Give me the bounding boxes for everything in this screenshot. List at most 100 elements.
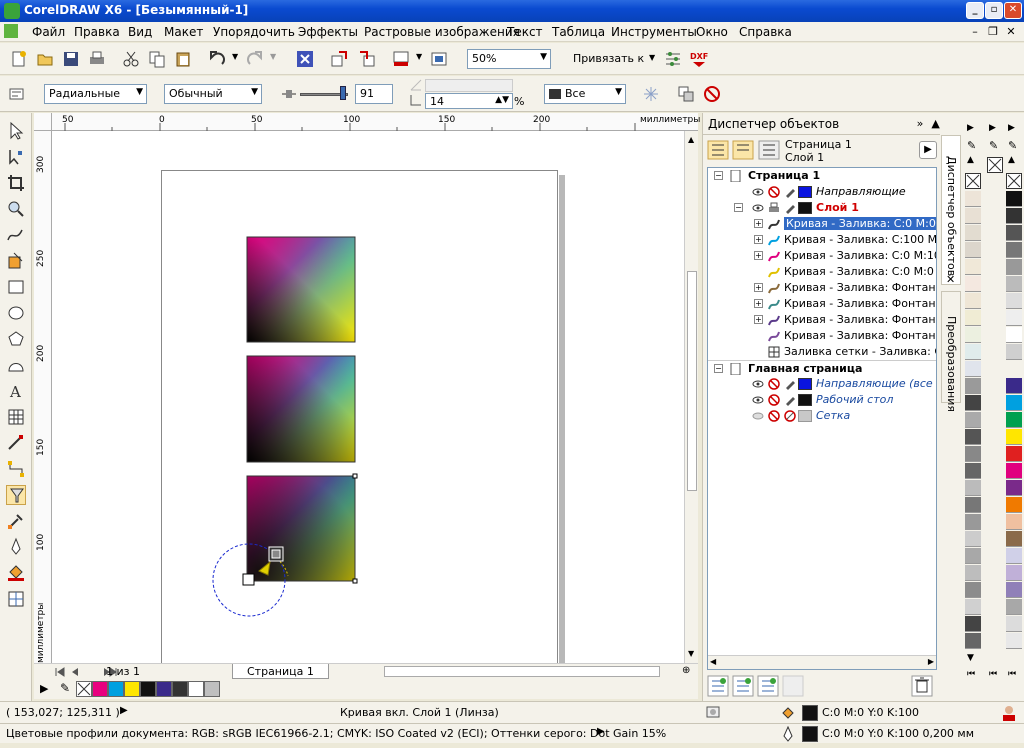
color-swatch[interactable] bbox=[965, 361, 981, 377]
color-swatch[interactable] bbox=[1006, 616, 1022, 632]
transparency-value-input[interactable]: 91 bbox=[355, 84, 393, 104]
print-icon[interactable] bbox=[88, 50, 106, 68]
color-swatch[interactable] bbox=[965, 599, 981, 615]
palette-eyedropper-icon[interactable]: ✎ bbox=[967, 139, 976, 152]
palette-menu-icon[interactable]: ▶ bbox=[967, 123, 974, 133]
color-swatch[interactable] bbox=[1006, 446, 1022, 462]
color-swatch[interactable] bbox=[1006, 208, 1022, 224]
close-tab-icon[interactable]: ✕ bbox=[946, 273, 955, 286]
palette-expand-icon[interactable]: ⏮ bbox=[1008, 669, 1016, 679]
zoom-tool-icon[interactable] bbox=[6, 199, 26, 219]
collapse-docker-icon[interactable]: ▲ bbox=[931, 117, 939, 130]
color-swatch[interactable] bbox=[965, 225, 981, 241]
horizontal-scrollbar[interactable] bbox=[384, 666, 660, 677]
color-swatch[interactable] bbox=[1006, 327, 1022, 343]
full-screen-preview-icon[interactable] bbox=[430, 50, 448, 68]
tree-row-object[interactable]: + Кривая - Заливка: Фонтанная bbox=[708, 280, 936, 296]
color-swatch[interactable] bbox=[1006, 497, 1022, 513]
color-swatch[interactable] bbox=[965, 582, 981, 598]
expand-icon[interactable]: + bbox=[754, 283, 763, 292]
drawing-canvas[interactable] bbox=[52, 131, 684, 663]
editable-pencil-icon[interactable] bbox=[784, 186, 796, 198]
color-swatch[interactable] bbox=[156, 681, 172, 697]
ruler-corner[interactable] bbox=[34, 113, 52, 131]
doc-minimize-icon[interactable]: – bbox=[968, 25, 982, 38]
scroll-down-icon[interactable]: ▼ bbox=[688, 649, 694, 658]
smart-fill-tool-icon[interactable] bbox=[6, 251, 26, 271]
close-button[interactable]: ✕ bbox=[1004, 2, 1022, 19]
color-swatch[interactable] bbox=[965, 191, 981, 207]
layer-color-swatch[interactable] bbox=[798, 394, 812, 406]
layer-menu-button[interactable]: ▶ bbox=[919, 141, 937, 159]
color-swatch[interactable] bbox=[204, 681, 220, 697]
edge-pad-input[interactable]: 14 ▲▼ bbox=[425, 93, 513, 109]
ruler-left[interactable]: 300 250 200 150 100 миллиметры bbox=[34, 131, 52, 663]
rectangle-tool-icon[interactable] bbox=[6, 277, 26, 297]
editable-pencil-icon[interactable] bbox=[784, 202, 796, 214]
menu-window[interactable]: Окно bbox=[696, 25, 728, 39]
expand-icon[interactable]: + bbox=[754, 235, 763, 244]
visible-eye-icon[interactable] bbox=[752, 394, 764, 406]
color-swatch[interactable] bbox=[1006, 395, 1022, 411]
color-swatch[interactable] bbox=[108, 681, 124, 697]
tree-row-object[interactable]: Кривая - Заливка: Фонтанная bbox=[708, 328, 936, 344]
layer-color-swatch[interactable] bbox=[798, 186, 812, 198]
scroll-up-icon[interactable]: ▲ bbox=[688, 135, 694, 144]
cmyk-square-3-lens[interactable] bbox=[246, 473, 358, 584]
vertical-scrollbar[interactable]: ▲ ▼ bbox=[684, 131, 698, 663]
collapse-icon[interactable]: − bbox=[734, 203, 743, 212]
palette-eyedropper-icon[interactable]: ✎ bbox=[60, 681, 70, 695]
palette-expand-icon[interactable]: ⏮ bbox=[967, 669, 975, 679]
redo-icon[interactable] bbox=[246, 50, 264, 68]
ruler-top[interactable]: 50 0 50 100 150 200 миллиметры bbox=[52, 113, 700, 131]
palette-expand-icon[interactable]: ⏮ bbox=[989, 669, 997, 679]
color-swatch[interactable] bbox=[965, 293, 981, 309]
color-swatch[interactable] bbox=[1006, 225, 1022, 241]
cut-icon[interactable] bbox=[122, 50, 140, 68]
palette-menu-icon[interactable]: ▶ bbox=[1008, 123, 1015, 133]
no-color-swatch[interactable] bbox=[965, 173, 981, 189]
color-swatch[interactable] bbox=[140, 681, 156, 697]
color-swatch[interactable] bbox=[965, 565, 981, 581]
no-color-swatch[interactable] bbox=[76, 681, 92, 697]
snap-to-button[interactable]: Привязать к bbox=[573, 52, 644, 65]
color-swatch[interactable] bbox=[1006, 310, 1022, 326]
tree-row-desktop[interactable]: Рабочий стол bbox=[708, 392, 936, 408]
color-swatch[interactable] bbox=[1006, 293, 1022, 309]
redo-dropdown-icon[interactable]: ▼ bbox=[270, 52, 276, 61]
color-swatch[interactable] bbox=[1006, 276, 1022, 292]
color-swatch[interactable] bbox=[965, 242, 981, 258]
dxf-icon[interactable]: DXF bbox=[690, 50, 708, 68]
palette-menu-icon[interactable]: ▶ bbox=[989, 123, 996, 133]
fill-color-swatch[interactable] bbox=[802, 705, 818, 721]
color-swatch[interactable] bbox=[1006, 378, 1022, 394]
menu-bitmaps[interactable]: Растровые изображения bbox=[364, 25, 520, 39]
color-swatch[interactable] bbox=[965, 480, 981, 496]
text-tool-icon[interactable]: A bbox=[6, 381, 26, 401]
transparency-type-select[interactable]: Радиальные ▼ bbox=[44, 84, 147, 104]
paste-icon[interactable] bbox=[174, 50, 192, 68]
tab-object-manager[interactable]: Диспетчер объектов bbox=[941, 135, 961, 285]
visible-eye-icon[interactable] bbox=[752, 202, 764, 214]
color-swatch[interactable] bbox=[1006, 259, 1022, 275]
page-tab[interactable]: Страница 1 bbox=[232, 664, 329, 679]
color-swatch[interactable] bbox=[965, 208, 981, 224]
delete-layer-icon[interactable] bbox=[911, 675, 933, 697]
color-swatch[interactable] bbox=[965, 531, 981, 547]
color-swatch[interactable] bbox=[965, 514, 981, 530]
copy-transparency-icon[interactable] bbox=[677, 85, 695, 103]
color-swatch[interactable] bbox=[1006, 429, 1022, 445]
color-swatch[interactable] bbox=[172, 681, 188, 697]
collapse-icon[interactable]: − bbox=[714, 171, 723, 180]
color-swatch[interactable] bbox=[965, 429, 981, 445]
layer-color-swatch[interactable] bbox=[798, 202, 812, 214]
minimize-button[interactable]: _ bbox=[966, 2, 984, 19]
undo-dropdown-icon[interactable]: ▼ bbox=[232, 52, 238, 61]
maximize-button[interactable]: ▫ bbox=[985, 2, 1003, 19]
palette-scroll-down-icon[interactable]: ▼ bbox=[967, 653, 974, 663]
layer-color-swatch[interactable] bbox=[798, 378, 812, 390]
transparency-presets-icon[interactable] bbox=[8, 85, 26, 103]
copy-icon[interactable] bbox=[148, 50, 166, 68]
tree-row-object[interactable]: Заливка сетки - Заливка: Сетк bbox=[708, 344, 936, 360]
outline-color-swatch[interactable] bbox=[802, 726, 818, 742]
